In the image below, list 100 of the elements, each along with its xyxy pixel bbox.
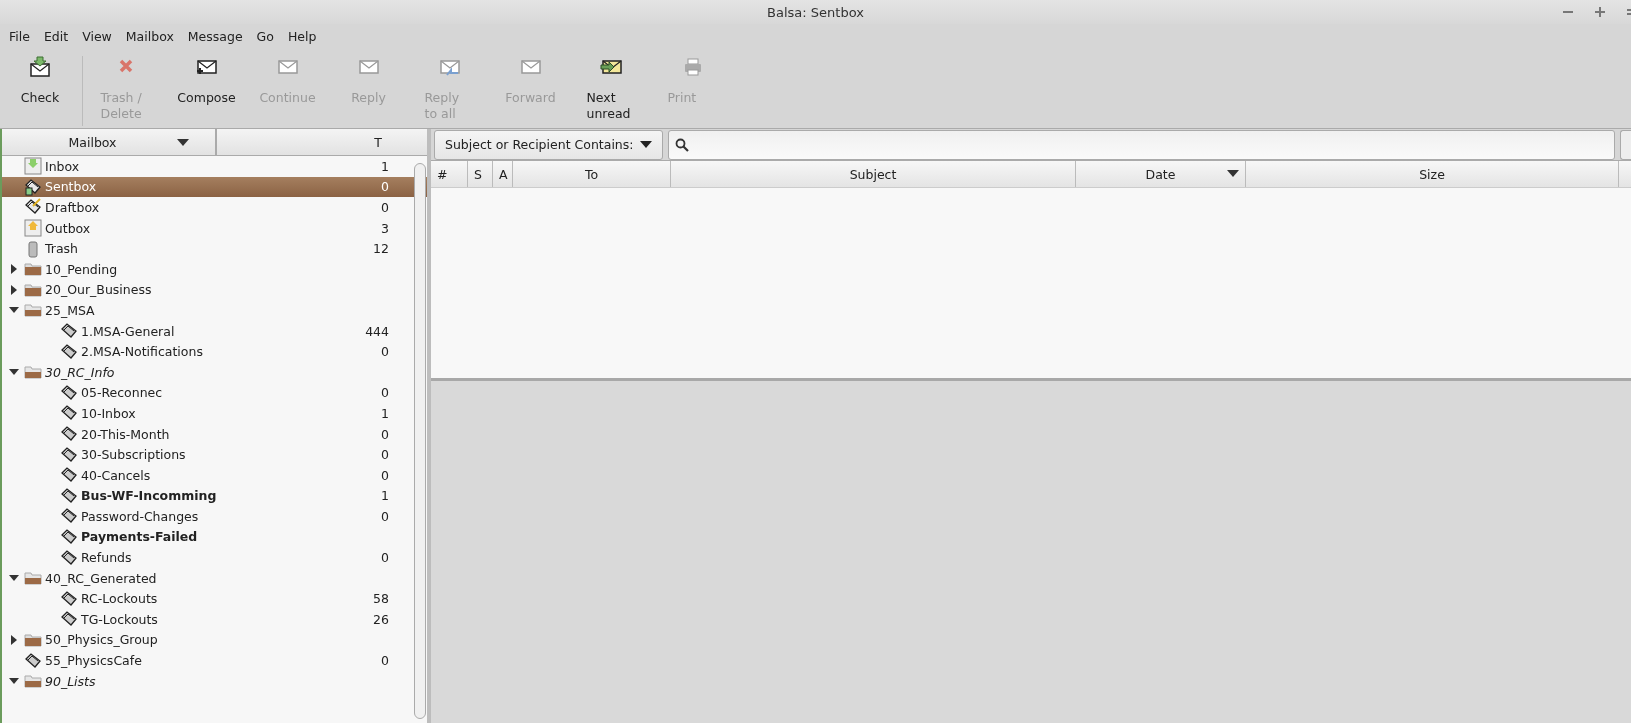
column-header[interactable]: To: [513, 161, 671, 187]
mailbox-row[interactable]: Payments-Failed: [2, 526, 427, 548]
mailbox-row[interactable]: Inbox 1: [2, 156, 427, 177]
mailbox-row[interactable]: 30-Subscriptions 0: [2, 444, 427, 465]
mailbox-name: 10_Pending: [45, 261, 119, 277]
sort-arrow-icon: [1227, 170, 1239, 177]
column-header[interactable]: Date: [1076, 161, 1246, 187]
mailbox-icon: [60, 342, 78, 361]
message-count: 0: [381, 653, 389, 669]
mailbox-row[interactable]: Refunds 0: [2, 547, 427, 568]
mailbox-name: Trash: [45, 241, 80, 257]
message-count: 0: [381, 344, 389, 360]
mailbox-row[interactable]: RC-Lockouts 58: [2, 588, 427, 610]
message-count: 0: [381, 385, 389, 401]
mailbox-row[interactable]: 40_RC_Generated: [2, 567, 427, 589]
message-count: 0: [381, 508, 389, 524]
mailbox-row[interactable]: 05-Reconnec 0: [2, 382, 427, 404]
mailbox-name: 2.MSA-Notifications: [81, 344, 204, 360]
folder-icon: [24, 672, 42, 691]
mailbox-name: Payments-Failed: [81, 529, 199, 545]
mailbox-row[interactable]: 1.MSA-General 444: [2, 320, 427, 342]
menu-item[interactable]: Message: [180, 28, 250, 44]
mailbox-row[interactable]: 20-This-Month 0: [2, 423, 427, 445]
menu-item[interactable]: Help: [280, 28, 324, 44]
menu-item[interactable]: Edit: [36, 28, 76, 44]
message-count: 1: [381, 405, 389, 421]
folder-icon: [24, 260, 42, 279]
mailbox-icon: [60, 425, 78, 443]
mailbox-name: 40_RC_Generated: [45, 570, 158, 586]
mailbox-row[interactable]: 10-Inbox 1: [2, 403, 427, 424]
mailbox-row[interactable]: 20_Our_Business: [2, 279, 427, 301]
mailbox-row[interactable]: Trash 12: [2, 238, 427, 259]
toolbar-button[interactable]: Next unread: [571, 56, 652, 122]
mailbox-row[interactable]: Sentbox 0: [2, 176, 427, 198]
dropdown-arrow-icon: [639, 141, 652, 148]
message-count: 12: [373, 241, 389, 257]
mailbox-row[interactable]: 50_Physics_Group: [2, 629, 427, 651]
mailbox-name: Password-Changes: [81, 508, 200, 524]
mailbox-icon: [24, 157, 42, 176]
folder-icon: [24, 363, 42, 382]
mailbox-name: 20-This-Month: [81, 426, 171, 442]
message-count: 26: [373, 611, 389, 627]
mailbox-name: 30_RC_Info: [45, 364, 116, 380]
window-title: Balsa: Sentbox: [767, 4, 864, 20]
mailbox-name: 10-Inbox: [81, 405, 137, 421]
column-header[interactable]: Mailbox: [2, 129, 217, 155]
mailbox-name: Outbox: [45, 220, 92, 236]
message-count: 0: [381, 467, 389, 483]
message-count: 444: [365, 323, 389, 339]
mailbox-name: 05-Reconnec: [81, 385, 164, 401]
menu-item[interactable]: Go: [249, 28, 281, 44]
mailbox-row[interactable]: 30_RC_Info: [2, 361, 427, 383]
mailbox-name: Sentbox: [45, 179, 98, 195]
scrollbar[interactable]: [414, 163, 426, 719]
column-header[interactable]: A: [493, 161, 513, 187]
column-header[interactable]: Subject: [671, 161, 1076, 187]
message-count: 1: [381, 488, 389, 504]
mailbox-row[interactable]: Outbox 3: [2, 217, 427, 239]
mailbox-row[interactable]: 10_Pending: [2, 258, 427, 280]
message-count: 3: [381, 220, 389, 236]
mailbox-row[interactable]: TG-Lockouts 26: [2, 609, 427, 630]
column-header[interactable]: #: [431, 161, 468, 187]
mailbox-name: Bus-WF-Incomming: [81, 488, 218, 504]
mailbox-row[interactable]: Password-Changes 0: [2, 506, 427, 527]
search-icon: [674, 137, 689, 152]
menu-item[interactable]: File: [2, 28, 37, 44]
mailbox-name: 20_Our_Business: [45, 282, 153, 298]
envelope-icon: [28, 56, 52, 78]
mailbox-row[interactable]: 55_PhysicsCafe 0: [2, 650, 427, 671]
menu-item[interactable]: View: [75, 28, 119, 44]
mailbox-row[interactable]: 90_Lists: [2, 670, 427, 692]
mailbox-name: 55_PhysicsCafe: [45, 653, 143, 669]
column-header[interactable]: Size: [1246, 161, 1619, 187]
mailbox-icon: [24, 651, 42, 670]
mailbox-row[interactable]: 25_MSA: [2, 300, 427, 321]
toolbar-button[interactable]: Check: [0, 56, 80, 106]
filter-dropdown[interactable]: Subject or Recipient Contains:: [434, 129, 663, 160]
column-header[interactable]: S: [468, 161, 493, 187]
message-count: 0: [381, 426, 389, 442]
mailbox-name: RC-Lockouts: [81, 591, 159, 607]
mailbox-icon: [60, 528, 78, 546]
mailbox-name: Inbox: [45, 158, 81, 174]
search-field[interactable]: [667, 129, 1615, 160]
toolbar-button[interactable]: Compose: [166, 56, 247, 106]
column-header[interactable]: T: [217, 129, 427, 155]
mailbox-row[interactable]: 2.MSA-Notifications 0: [2, 341, 427, 362]
folder-icon: [24, 569, 42, 588]
mailbox-row[interactable]: Bus-WF-Incomming 1: [2, 485, 427, 507]
close-icon[interactable]: [1627, 7, 1631, 17]
mailbox-icon: [24, 177, 42, 196]
mailbox-icon: [60, 548, 78, 567]
maximize-icon[interactable]: [1595, 7, 1605, 17]
mailbox-row[interactable]: 40-Cancels 0: [2, 464, 427, 486]
message-count: 0: [381, 550, 389, 566]
menu-item[interactable]: Mailbox: [118, 28, 181, 44]
mailbox-row[interactable]: Draftbox 0: [2, 197, 427, 218]
folder-icon: [24, 301, 42, 320]
message-count: 0: [381, 179, 389, 195]
mailbox-icon: [60, 486, 78, 505]
sort-arrow-icon: [176, 138, 189, 146]
